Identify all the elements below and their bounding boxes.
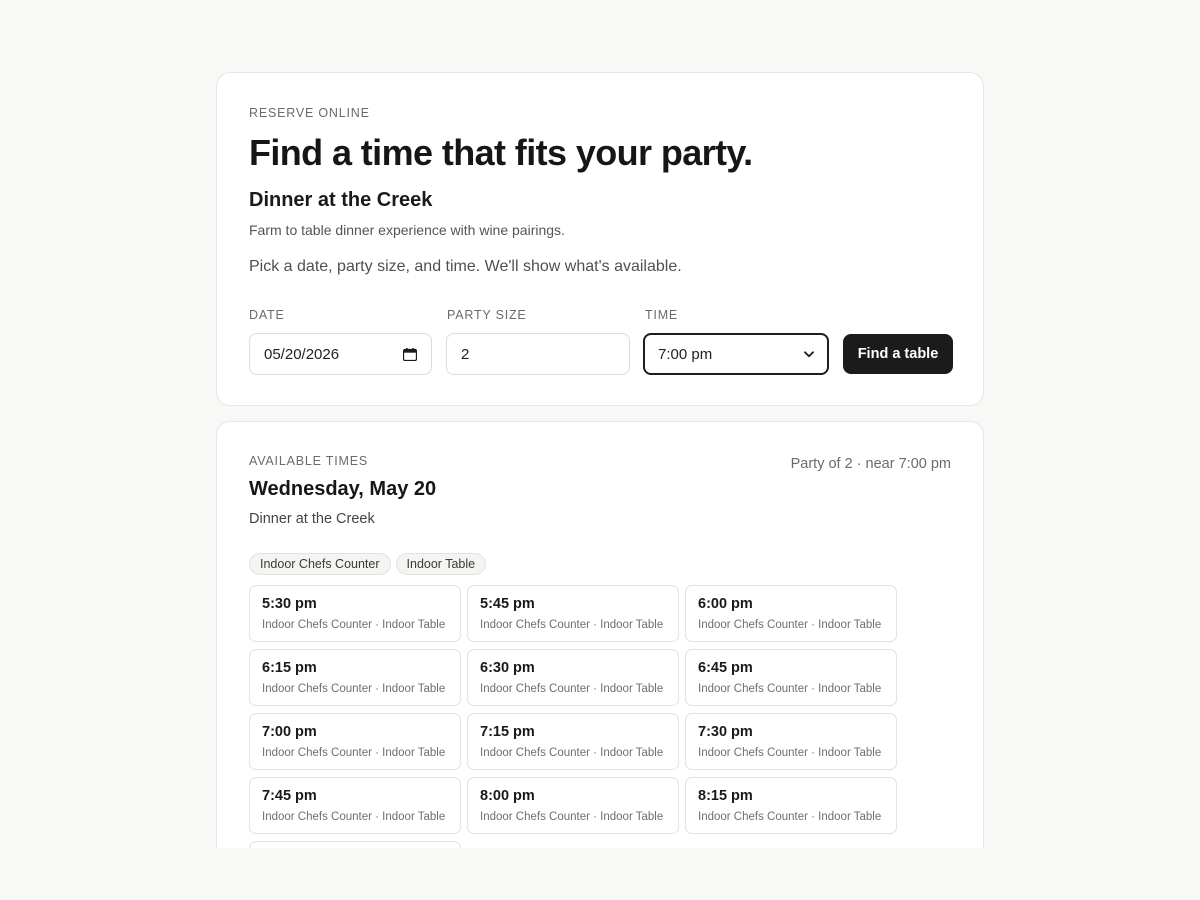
find-a-table-button[interactable]: Find a table (843, 334, 953, 374)
time-select[interactable]: 7:00 pm (643, 333, 829, 375)
slot-time: 6:00 pm (698, 596, 753, 612)
slot-time: 7:00 pm (262, 724, 317, 740)
date-label: DATE (249, 308, 285, 322)
slot-time: 8:15 pm (698, 788, 753, 804)
time-slot[interactable]: 6:45 pm Indoor Chefs Counter · Indoor Tab… (685, 649, 897, 706)
chip-indoor-table[interactable]: Indoor Table (395, 553, 487, 575)
slot-time: 6:15 pm (262, 660, 317, 676)
time-slot[interactable]: 7:15 pm Indoor Chefs Counter · Indoor Tab… (467, 713, 679, 770)
slot-areas: Indoor Chefs Counter · Indoor Table (262, 619, 446, 631)
slot-time: 5:30 pm (262, 596, 317, 612)
slot-areas: Indoor Chefs Counter · Indoor Table (262, 683, 446, 695)
time-slot[interactable]: 5:30 pm Indoor Chefs Counter · Indoor Tab… (249, 585, 461, 642)
reserve-online-eyebrow: RESERVE ONLINE (249, 106, 370, 120)
reservation-search-card: RESERVE ONLINE Find a time that fits you… (216, 72, 984, 406)
date-value: 05/20/2026 (264, 345, 340, 363)
date-input[interactable]: 05/20/2026 (249, 333, 432, 375)
time-slot-grid: 5:30 pm Indoor Chefs Counter · Indoor Tab… (249, 585, 897, 848)
time-slot[interactable]: 6:15 pm Indoor Chefs Counter · Indoor Tab… (249, 649, 461, 706)
slot-areas: Indoor Chefs Counter · Indoor Table (262, 811, 446, 823)
slot-areas: Indoor Chefs Counter · Indoor Table (480, 619, 664, 631)
time-slot[interactable]: 7:00 pm Indoor Chefs Counter · Indoor Tab… (249, 713, 461, 770)
event-description: Farm to table dinner experience with win… (249, 222, 565, 238)
selected-day-title: Wednesday, May 20 (249, 478, 437, 500)
slot-areas: Indoor Chefs Counter · Indoor Table (698, 747, 882, 759)
slot-areas: Indoor Chefs Counter · Indoor Table (480, 683, 664, 695)
viewport: RESERVE ONLINE Find a time that fits you… (0, 0, 1200, 848)
slot-areas: Indoor Chefs Counter · Indoor Table (698, 619, 882, 631)
slot-areas: Indoor Chefs Counter · Indoor Table (698, 811, 882, 823)
slot-time: 7:30 pm (698, 724, 753, 740)
seating-area-chips: Indoor Chefs Counter Indoor Table (249, 553, 487, 575)
search-instructions: Pick a date, party size, and time. We'll… (249, 258, 682, 275)
slot-time: 6:45 pm (698, 660, 753, 676)
slot-time: 6:30 pm (480, 660, 535, 676)
party-size-input[interactable]: 2 (446, 333, 630, 375)
slot-time: 7:45 pm (262, 788, 317, 804)
slot-areas: Indoor Chefs Counter · Indoor Table (698, 683, 882, 695)
time-slot[interactable]: 8:15 pm Indoor Chefs Counter · Indoor Tab… (685, 777, 897, 834)
party-summary: Party of 2 · near 7:00 pm (790, 456, 951, 472)
party-size-value: 2 (461, 345, 470, 363)
time-slot[interactable]: 5:45 pm Indoor Chefs Counter · Indoor Tab… (467, 585, 679, 642)
chevron-down-icon (804, 350, 814, 358)
chip-indoor-chefs-counter[interactable]: Indoor Chefs Counter (249, 553, 391, 575)
time-slot[interactable]: 6:00 pm Indoor Chefs Counter · Indoor Tab… (685, 585, 897, 642)
slot-areas: Indoor Chefs Counter · Indoor Table (480, 811, 664, 823)
event-title: Dinner at the Creek (249, 189, 433, 211)
time-slot[interactable]: 8:00 pm Indoor Chefs Counter · Indoor Tab… (467, 777, 679, 834)
time-slot[interactable]: 7:30 pm Indoor Chefs Counter · Indoor Tab… (685, 713, 897, 770)
results-event-name: Dinner at the Creek (249, 511, 375, 527)
available-times-card: AVAILABLE TIMES Party of 2 · near 7:00 p… (216, 421, 984, 848)
slot-time: 7:15 pm (480, 724, 535, 740)
page-title: Find a time that fits your party. (249, 132, 753, 173)
time-value: 7:00 pm (658, 345, 713, 363)
time-slot-partial[interactable] (249, 841, 461, 848)
time-slot[interactable]: 6:30 pm Indoor Chefs Counter · Indoor Tab… (467, 649, 679, 706)
slot-time: 5:45 pm (480, 596, 535, 612)
time-slot[interactable]: 7:45 pm Indoor Chefs Counter · Indoor Tab… (249, 777, 461, 834)
slot-areas: Indoor Chefs Counter · Indoor Table (480, 747, 664, 759)
time-label: TIME (645, 308, 679, 322)
party-size-label: PARTY SIZE (447, 308, 527, 322)
calendar-icon[interactable] (403, 347, 417, 361)
available-times-eyebrow: AVAILABLE TIMES (249, 454, 368, 468)
slot-time: 8:00 pm (480, 788, 535, 804)
slot-areas: Indoor Chefs Counter · Indoor Table (262, 747, 446, 759)
